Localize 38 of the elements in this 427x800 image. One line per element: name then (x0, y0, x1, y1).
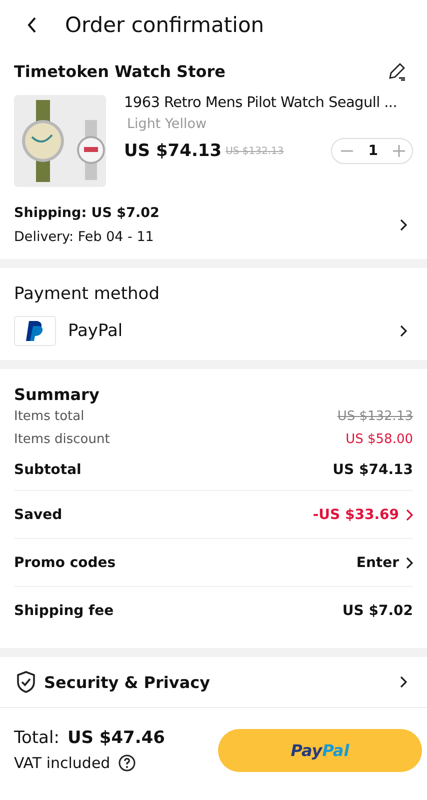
back-icon[interactable] (27, 16, 37, 32)
chevron-right-icon (405, 556, 413, 568)
summary-label: Items discount (14, 432, 110, 447)
section-title: Summary (14, 385, 100, 404)
summary-value: US $7.02 (342, 602, 413, 618)
total-label: Total: (14, 728, 60, 748)
product-title[interactable]: 1963 Retro Mens Pilot Watch Seagull ... (124, 95, 413, 111)
paypal-button[interactable]: PayPal (218, 728, 422, 772)
chevron-right-icon[interactable] (399, 676, 407, 688)
shield-check-icon (16, 671, 36, 693)
vat-note: VAT included (14, 754, 110, 772)
summary-label: Shipping fee (14, 602, 114, 618)
summary-label: Items total (14, 409, 84, 424)
delivery-date: Delivery: Feb 04 - 11 (14, 229, 155, 245)
page-title: Order confirmation (65, 12, 264, 36)
section-title: Payment method (14, 284, 160, 304)
summary-label: Promo codes (14, 554, 116, 570)
summary-value: US $74.13 (332, 462, 413, 478)
payment-method-name[interactable]: PayPal (68, 321, 387, 341)
summary-link[interactable]: -US $33.69 (312, 506, 413, 522)
edit-icon[interactable] (387, 61, 407, 81)
summary-value: US $58.00 (346, 432, 413, 447)
chevron-right-icon (405, 508, 413, 520)
product-price: US $74.13 (124, 141, 222, 161)
help-icon[interactable] (118, 754, 136, 772)
summary-link[interactable]: Enter (356, 554, 413, 570)
store-name: Timetoken Watch Store (14, 62, 226, 80)
chevron-right-icon[interactable] (399, 219, 407, 231)
total-amount: US $47.46 (67, 728, 166, 748)
paypal-logo-icon (14, 316, 56, 346)
summary-label: Subtotal (14, 462, 82, 478)
shipping-cost: Shipping: US $7.02 (14, 205, 160, 221)
chevron-right-icon[interactable] (399, 325, 407, 337)
quantity-value: 1 (368, 143, 378, 159)
summary-label: Saved (14, 506, 62, 522)
original-price: US $132.13 (226, 146, 284, 156)
product-variant: Light Yellow (127, 116, 208, 132)
summary-value: US $132.13 (337, 409, 413, 424)
